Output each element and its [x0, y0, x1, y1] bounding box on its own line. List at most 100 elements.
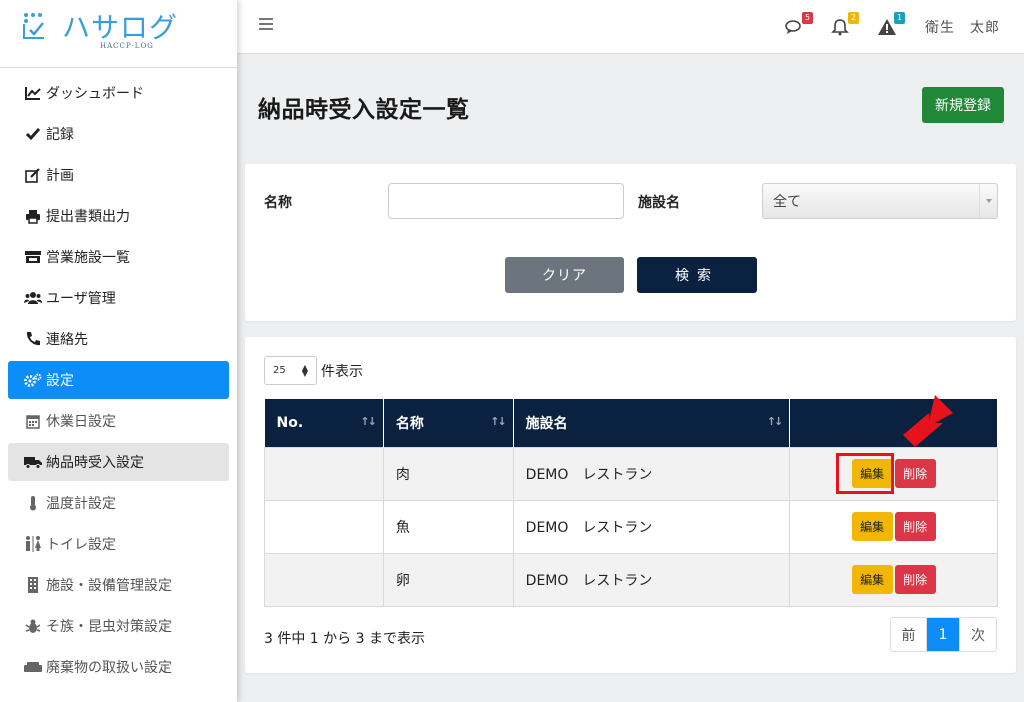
cell-no	[264, 499, 384, 554]
print-icon	[24, 208, 42, 224]
edit-button[interactable]: 編集	[851, 565, 893, 594]
delete-button[interactable]: 削除	[894, 565, 936, 594]
truck-icon	[24, 454, 42, 470]
sort-updown-icon: ▲ ▼	[301, 363, 308, 378]
sidebar-item-holidays[interactable]: 休業日設定	[0, 402, 237, 440]
sidebar-item-label: 計画	[46, 168, 74, 184]
table-row: 魚 DEMO レストラン 編集 削除	[264, 499, 998, 554]
sidebar-item-label: 納品時受入設定	[46, 455, 144, 471]
sidebar-item-contacts[interactable]: 連絡先	[0, 320, 237, 358]
sort-icon: ↑↓	[766, 415, 784, 428]
users-icon	[24, 290, 42, 306]
cell-facility: DEMO レストラン	[512, 499, 791, 554]
topbar: 5 2 1 衛生 太郎	[237, 0, 1024, 54]
phone-icon	[24, 331, 42, 347]
delete-button[interactable]: 削除	[894, 459, 936, 488]
sidebar-item-restroom[interactable]: トイレ設定	[0, 525, 237, 563]
sidebar-item-label: 温度計設定	[46, 496, 116, 512]
sidebar-item-pest-control[interactable]: そ族・昆虫対策設定	[0, 607, 237, 645]
list-card: 25 ▲ ▼ 件表示 No. ↑↓ 名称 ↑↓ 施設名 ↑↓ 肉 DEMO レストラン	[245, 337, 1016, 673]
messages-icon[interactable]: 5	[785, 12, 813, 36]
facility-select[interactable]: 全て	[762, 183, 998, 219]
chart-line-icon	[24, 85, 42, 101]
sidebar-nav: ダッシュボード 記録 計画 提出書類出力 営業施設一覧 ユーザ管理 連絡先 設定…	[0, 68, 237, 686]
cell-no	[264, 446, 384, 501]
top-icons: 5 2 1 衛生 太郎	[785, 0, 1024, 54]
sidebar-item-label: 施設・設備管理設定	[46, 578, 172, 594]
sidebar-item-label: 営業施設一覧	[46, 250, 130, 266]
cell-no	[264, 552, 384, 607]
sidebar-item-settings[interactable]: 設定	[8, 361, 229, 399]
thermometer-icon	[24, 495, 42, 511]
facility-label: 施設名	[638, 195, 680, 211]
messages-badge: 5	[802, 12, 813, 24]
cell-actions: 編集 削除	[789, 552, 998, 607]
user-name[interactable]: 衛生 太郎	[925, 17, 1000, 37]
pagination-prev[interactable]: 前	[891, 618, 927, 651]
per-page-control: 25 ▲ ▼ 件表示	[264, 356, 363, 385]
page-title: 納品時受入設定一覧	[258, 97, 470, 123]
cell-actions: 編集 削除	[789, 446, 998, 501]
bug-icon	[24, 618, 42, 634]
edit-button[interactable]: 編集	[851, 512, 893, 541]
search-button[interactable]: 検索	[637, 257, 757, 293]
per-page-suffix: 件表示	[321, 363, 363, 380]
delete-button[interactable]: 削除	[894, 512, 936, 541]
sidebar-item-records[interactable]: 記録	[0, 115, 237, 153]
sidebar-item-label: 提出書類出力	[46, 209, 130, 225]
sidebar-item-plan[interactable]: 計画	[0, 156, 237, 194]
sidebar-item-dashboard[interactable]: ダッシュボード	[0, 74, 237, 112]
edit-button[interactable]: 編集	[851, 459, 893, 488]
name-label: 名称	[264, 195, 292, 211]
logo-icon	[23, 13, 44, 39]
per-page-value: 25	[273, 365, 286, 376]
check-icon	[24, 126, 42, 142]
pagination-next[interactable]: 次	[960, 618, 996, 651]
table-row: 卵 DEMO レストラン 編集 削除	[264, 552, 998, 607]
new-register-button[interactable]: 新規登録	[922, 87, 1004, 123]
sidebar-item-users[interactable]: ユーザ管理	[0, 279, 237, 317]
column-header-name[interactable]: 名称 ↑↓	[383, 399, 514, 447]
sidebar-item-thermometer[interactable]: 温度計設定	[0, 484, 237, 522]
per-page-select[interactable]: 25 ▲ ▼	[264, 356, 317, 385]
search-card: 名称 施設名 全て クリア 検索	[245, 164, 1016, 321]
sort-icon: ↑↓	[360, 415, 377, 428]
warning-icon[interactable]: 1	[877, 12, 905, 36]
cell-name: 魚	[382, 499, 514, 554]
calendar-icon	[24, 413, 42, 429]
sidebar-item-label: 廃棄物の取扱い設定	[46, 660, 172, 676]
sort-icon: ↑↓	[490, 415, 507, 428]
bell-icon[interactable]: 2	[831, 12, 859, 36]
brand-name: ハサログ	[62, 11, 179, 44]
brand-subtitle: HACCP·LOG	[100, 42, 154, 50]
sidebar-item-label: そ族・昆虫対策設定	[46, 619, 172, 635]
brand[interactable]: ハサログ HACCP·LOG	[0, 0, 237, 68]
table-row: 肉 DEMO レストラン 編集 削除	[264, 446, 998, 501]
cell-facility: DEMO レストラン	[512, 446, 791, 501]
name-input[interactable]	[388, 183, 624, 219]
column-header-no[interactable]: No. ↑↓	[264, 399, 384, 447]
main-content: 納品時受入設定一覧 新規登録 名称 施設名 全て クリア 検索 25 ▲ ▼ 件表…	[237, 54, 1024, 702]
clear-button[interactable]: クリア	[505, 257, 624, 293]
pagination: 前 1 次	[890, 617, 997, 652]
sidebar-item-print[interactable]: 提出書類出力	[0, 197, 237, 235]
column-header-facility[interactable]: 施設名 ↑↓	[513, 399, 791, 447]
data-table: No. ↑↓ 名称 ↑↓ 施設名 ↑↓ 肉 DEMO レストラン 編集 削除 魚…	[264, 399, 998, 607]
cell-actions: 編集 削除	[789, 499, 998, 554]
couch-icon	[24, 659, 42, 675]
sidebar-item-facilities[interactable]: 営業施設一覧	[0, 238, 237, 276]
pagination-page-current[interactable]: 1	[927, 618, 960, 651]
facility-select-value: 全て	[773, 194, 801, 210]
sidebar-item-delivery-acceptance[interactable]: 納品時受入設定	[8, 443, 229, 481]
menu-toggle-icon[interactable]	[259, 18, 273, 32]
sidebar-item-label: 設定	[46, 373, 74, 389]
sidebar-item-label: トイレ設定	[46, 537, 116, 553]
sidebar-item-waste[interactable]: 廃棄物の取扱い設定	[0, 648, 237, 686]
sidebar-item-equipment[interactable]: 施設・設備管理設定	[0, 566, 237, 604]
restroom-icon	[24, 536, 42, 552]
sidebar: ハサログ HACCP·LOG ダッシュボード 記録 計画 提出書類出力 営業施設…	[0, 0, 237, 702]
cell-name: 肉	[382, 446, 514, 501]
column-header-label: No.	[276, 414, 304, 431]
alerts-badge: 1	[894, 12, 905, 24]
cell-name: 卵	[382, 552, 514, 607]
